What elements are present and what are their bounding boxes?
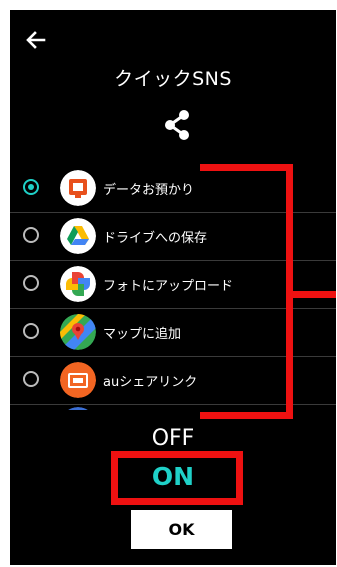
page-title: クイックSNS <box>114 68 232 90</box>
share-icon <box>165 110 189 140</box>
partial-app-icon <box>60 407 96 410</box>
radio-unselected[interactable] <box>23 275 39 291</box>
ok-button[interactable]: OK <box>130 509 233 550</box>
google-photos-icon <box>60 266 96 302</box>
quick-sns-screen: クイックSNS データお預かり ドライブへの保存 フォトにアップロード マップに… <box>10 10 336 565</box>
highlight-bracket-bottom <box>200 412 293 419</box>
list-item-label: データお預かり <box>103 183 195 198</box>
radio-unselected[interactable] <box>23 323 39 339</box>
data-backup-icon <box>60 170 96 206</box>
list-item-label: ドライブへの保存 <box>103 231 208 246</box>
back-arrow-icon[interactable] <box>24 28 48 52</box>
highlight-bracket-pointer <box>286 291 336 298</box>
au-share-link-icon <box>60 362 96 398</box>
list-item-label: フォトにアップロード <box>103 279 234 294</box>
list-item-label: マップに追加 <box>103 327 182 342</box>
radio-selected[interactable] <box>23 179 39 195</box>
highlight-bracket-top <box>200 164 293 171</box>
google-drive-icon <box>60 218 96 254</box>
radio-unselected[interactable] <box>23 371 39 387</box>
list-item-label: auシェアリンク <box>103 375 198 390</box>
on-option[interactable]: ON <box>10 462 336 491</box>
radio-unselected[interactable] <box>23 227 39 243</box>
off-option[interactable]: OFF <box>10 426 336 451</box>
google-maps-icon <box>60 314 96 350</box>
